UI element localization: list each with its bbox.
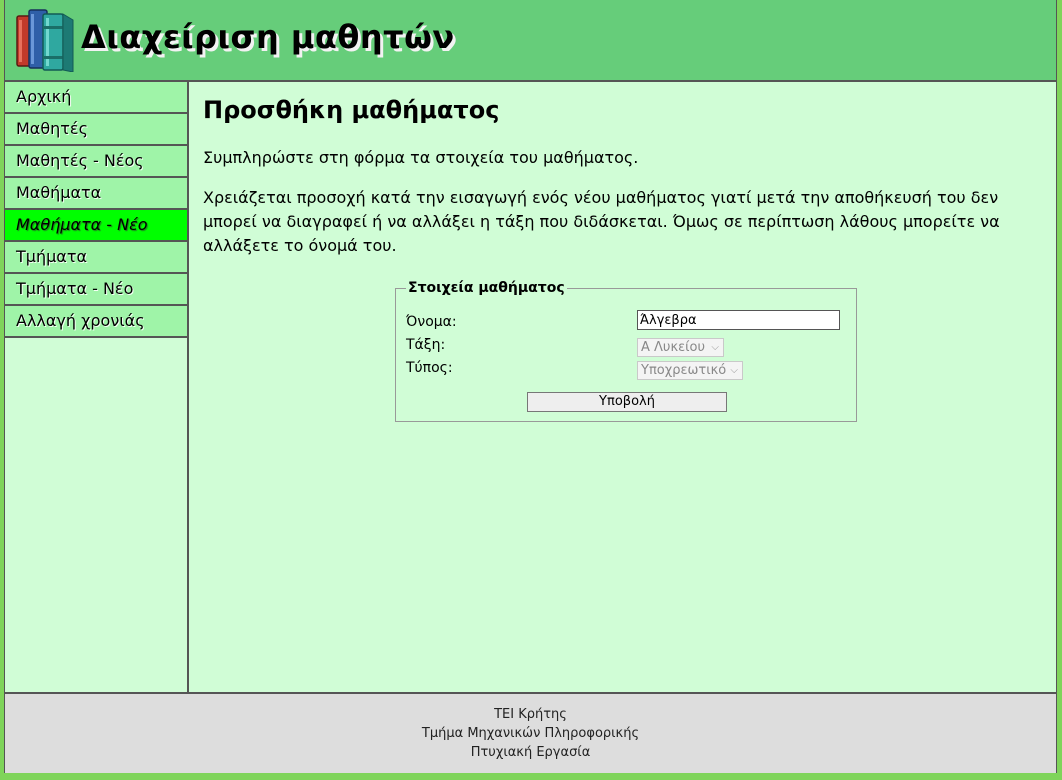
course-name-input[interactable] <box>637 310 840 330</box>
chevron-down-icon: ⌵ <box>730 365 738 376</box>
nav-item-students-new[interactable]: Μαθητές - Νέος <box>5 146 187 178</box>
page-title: Προσθήκη μαθήματος <box>203 96 500 124</box>
sidebar-nav: Αρχική Μαθητές Μαθητές - Νέος Μαθήματα Μ… <box>5 82 189 692</box>
nav-item-students[interactable]: Μαθητές <box>5 114 187 146</box>
books-icon <box>16 9 74 72</box>
type-select[interactable]: Υποχρεωτικό ⌵ <box>637 361 743 380</box>
type-label: Τύπος: <box>406 360 453 376</box>
footer-department: Τμήμα Μηχανικών Πληροφορικής <box>421 726 640 741</box>
submit-button[interactable]: Υποβολή <box>527 392 727 412</box>
intro-text: Συμπληρώστε στη φόρμα τα στοιχεία του μα… <box>203 148 639 167</box>
footer-project: Πτυχιακή Εργασία <box>470 745 591 760</box>
page-frame: Διαχείριση μαθητών Αρχική Μαθητές Μαθητέ… <box>4 0 1057 773</box>
class-select[interactable]: Α Λυκείου ⌵ <box>637 338 724 357</box>
footer: ΤΕΙ Κρήτης Τμήμα Μηχανικών Πληροφορικής … <box>5 692 1056 773</box>
class-select-value: Α Λυκείου <box>641 340 706 355</box>
nav-item-courses[interactable]: Μαθήματα <box>5 178 187 210</box>
nav-item-home[interactable]: Αρχική <box>5 82 187 114</box>
nav-item-courses-new[interactable]: Μαθήματα - Νέο <box>5 210 187 242</box>
name-label: Όνομα: <box>406 314 457 330</box>
type-select-value: Υποχρεωτικό <box>641 363 727 378</box>
form-legend: Στοιχεία μαθήματος <box>406 280 567 296</box>
nav-item-sections[interactable]: Τμήματα <box>5 242 187 274</box>
nav-item-change-year[interactable]: Αλλαγή χρονιάς <box>5 306 187 338</box>
warning-text: Χρειάζεται προσοχή κατά την εισαγωγή ενό… <box>203 188 1000 255</box>
header: Διαχείριση μαθητών <box>5 0 1056 82</box>
course-form: Στοιχεία μαθήματος Όνομα: Τάξη: Α Λυκείο… <box>395 280 857 422</box>
chevron-down-icon: ⌵ <box>711 342 719 353</box>
site-title: Διαχείριση μαθητών <box>81 18 455 56</box>
nav-item-sections-new[interactable]: Τμήματα - Νέο <box>5 274 187 306</box>
footer-institution: ΤΕΙ Κρήτης <box>494 707 567 722</box>
main-content: Προσθήκη μαθήματος Συμπληρώστε στη φόρμα… <box>203 82 1045 682</box>
class-label: Τάξη: <box>406 337 446 353</box>
